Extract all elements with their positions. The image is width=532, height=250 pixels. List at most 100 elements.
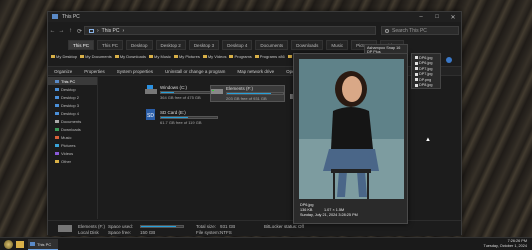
folder-icon <box>55 159 59 163</box>
tab-desktop-4[interactable]: Desktop 4 <box>222 40 253 50</box>
document-icon <box>55 119 59 123</box>
sidebar-item-music[interactable]: Music <box>48 133 97 141</box>
sidebar-item-videos[interactable]: Videos <box>48 149 97 157</box>
preview-file-name: DP6.jpg <box>300 203 314 207</box>
sidebar-item-other[interactable]: Other <box>48 157 97 165</box>
search-input[interactable]: Search This PC <box>381 26 459 35</box>
forward-button[interactable]: → <box>57 26 66 36</box>
sidebar-item-label: Desktop 2 <box>61 94 80 100</box>
folder-icon[interactable] <box>16 241 24 248</box>
favorite-my-downloads[interactable]: My Downloads <box>114 54 147 59</box>
taskbar: This PC 7:26:26 PM Tuesday, October 1, 2… <box>0 237 532 250</box>
favorite-programs-x86[interactable]: Programs x86 <box>254 54 285 59</box>
up-button[interactable]: ↑ <box>66 26 75 36</box>
uninstall-program-button[interactable]: Uninstall or change a program <box>165 69 225 74</box>
image-file-icon <box>415 72 418 76</box>
desktop-icon <box>55 95 59 99</box>
music-icon <box>55 135 59 139</box>
favorite-my-pictures[interactable]: My Pictures <box>173 54 200 59</box>
tab-desktop[interactable]: Desktop <box>126 40 153 50</box>
svg-text:SD: SD <box>147 113 154 119</box>
status-fs-value: NTFS <box>220 230 232 235</box>
taskbar-item-label: This PC <box>37 241 52 247</box>
recent-file-label: DP8.jpg <box>419 83 433 88</box>
sidebar-item-desktop-4[interactable]: Desktop 4 <box>48 109 97 117</box>
tab-documents[interactable]: Documents <box>255 40 289 50</box>
folder-icon <box>173 55 178 58</box>
info-icon[interactable] <box>446 57 452 63</box>
tab-label: Downloads <box>296 42 319 48</box>
favorite-my-desktop[interactable]: My Desktop <box>51 54 77 59</box>
minimize-button[interactable]: – <box>413 12 429 22</box>
desktop-icon <box>55 87 59 91</box>
sidebar-item-desktop[interactable]: Desktop <box>48 85 97 93</box>
address-bar[interactable]: › This PC › <box>84 26 376 35</box>
folder-icon <box>114 55 119 58</box>
map-network-drive-button[interactable]: Map network drive <box>237 69 274 74</box>
back-button[interactable]: ← <box>48 26 57 36</box>
sidebar-item-desktop-3[interactable]: Desktop 3 <box>48 101 97 109</box>
folder-icon <box>149 55 154 58</box>
refresh-button[interactable]: ⟳ <box>75 26 84 36</box>
navigation-pane: This PC Desktop Desktop 2 Desktop 3 Desk… <box>48 77 98 219</box>
favorite-my-documents[interactable]: My Documents <box>80 54 112 59</box>
drive-windows-c[interactable]: Windows (C:) 364 GB free of 475 GB <box>145 85 218 100</box>
image-file-icon <box>415 56 418 60</box>
image-preview-popup: DP6.jpg 136 KB 1.07 × 1.5M Sunday, July … <box>293 53 408 224</box>
folder-icon <box>52 14 58 19</box>
tab-label: Desktop 3 <box>193 42 215 48</box>
monitor-icon <box>30 242 35 246</box>
drive-sd-card-e[interactable]: SD SD Card (E:) 61.7 GB free of 119 GB <box>145 109 218 125</box>
sd-card-icon: SD <box>145 109 157 120</box>
drive-usage-fill <box>227 93 271 94</box>
tab-music[interactable]: Music <box>326 40 349 50</box>
tooltip-line-2: DP Plus <box>367 50 381 54</box>
close-button[interactable]: ✕ <box>445 12 461 22</box>
app-tooltip: Ashampoo Snap 16 DP Plus <box>364 44 408 54</box>
organize-button[interactable]: Organize <box>54 69 72 74</box>
image-file-icon <box>415 78 418 82</box>
start-icon[interactable] <box>4 240 13 249</box>
status-bitlocker-value: Off <box>298 224 304 229</box>
favorite-programs[interactable]: Programs <box>229 54 252 59</box>
drive-free-space: 61.7 GB free of 119 GB <box>160 120 202 125</box>
status-total-label: Total size: <box>196 224 217 229</box>
favorite-label: My Downloads <box>119 54 147 59</box>
favorite-my-videos[interactable]: My Videos <box>202 54 226 59</box>
system-clock[interactable]: 7:26:26 PM Tuesday, October 1, 2024 <box>484 239 527 249</box>
status-usage-bar <box>140 225 184 228</box>
tab-label: Documents <box>260 42 284 48</box>
sidebar-item-downloads[interactable]: Downloads <box>48 125 97 133</box>
tab-desktop-3[interactable]: Desktop 3 <box>188 40 220 50</box>
tab-this-pc[interactable]: This PC <box>68 40 95 50</box>
tab-this-pc-2[interactable]: This PC <box>97 40 124 50</box>
status-local: Local Disk <box>78 230 99 235</box>
tab-label: This PC <box>73 42 90 48</box>
properties-button[interactable]: Properties <box>84 69 105 74</box>
status-used-label: Space used: <box>108 224 134 229</box>
system-properties-button[interactable]: System properties <box>117 69 153 74</box>
sidebar-item-label: This PC <box>61 78 76 84</box>
maximize-button[interactable]: □ <box>429 12 445 22</box>
recent-file-label: DP7.jpg <box>419 66 433 71</box>
recent-file-item[interactable]: DP8.jpg <box>413 83 439 89</box>
favorite-my-music[interactable]: My Music <box>149 54 171 59</box>
sidebar-item-pictures[interactable]: Pictures <box>48 141 97 149</box>
taskbar-item-this-pc[interactable]: This PC <box>28 239 58 250</box>
preview-file-size: 136 KB <box>300 208 313 212</box>
sidebar-item-this-pc[interactable]: This PC <box>48 77 97 85</box>
tab-desktop-2[interactable]: Desktop 2 <box>155 40 186 50</box>
sidebar-item-desktop-2[interactable]: Desktop 2 <box>48 93 97 101</box>
image-file-icon <box>415 67 418 71</box>
sidebar-item-label: Music <box>61 134 72 140</box>
preview-dimensions: 1.07 × 1.5M <box>324 208 345 212</box>
video-icon <box>55 151 59 155</box>
drive-elements-f[interactable]: Elements (F:) 203 GB free of 931 GB <box>210 85 285 102</box>
picture-icon <box>55 143 59 147</box>
monitor-icon <box>55 79 59 83</box>
drive-free-space: 203 GB free of 931 GB <box>226 96 267 101</box>
sidebar-item-documents[interactable]: Documents <box>48 117 97 125</box>
status-free-label: Space free: <box>108 230 132 235</box>
mouse-cursor-icon: ▲ <box>425 137 431 143</box>
tab-downloads[interactable]: Downloads <box>291 40 324 50</box>
